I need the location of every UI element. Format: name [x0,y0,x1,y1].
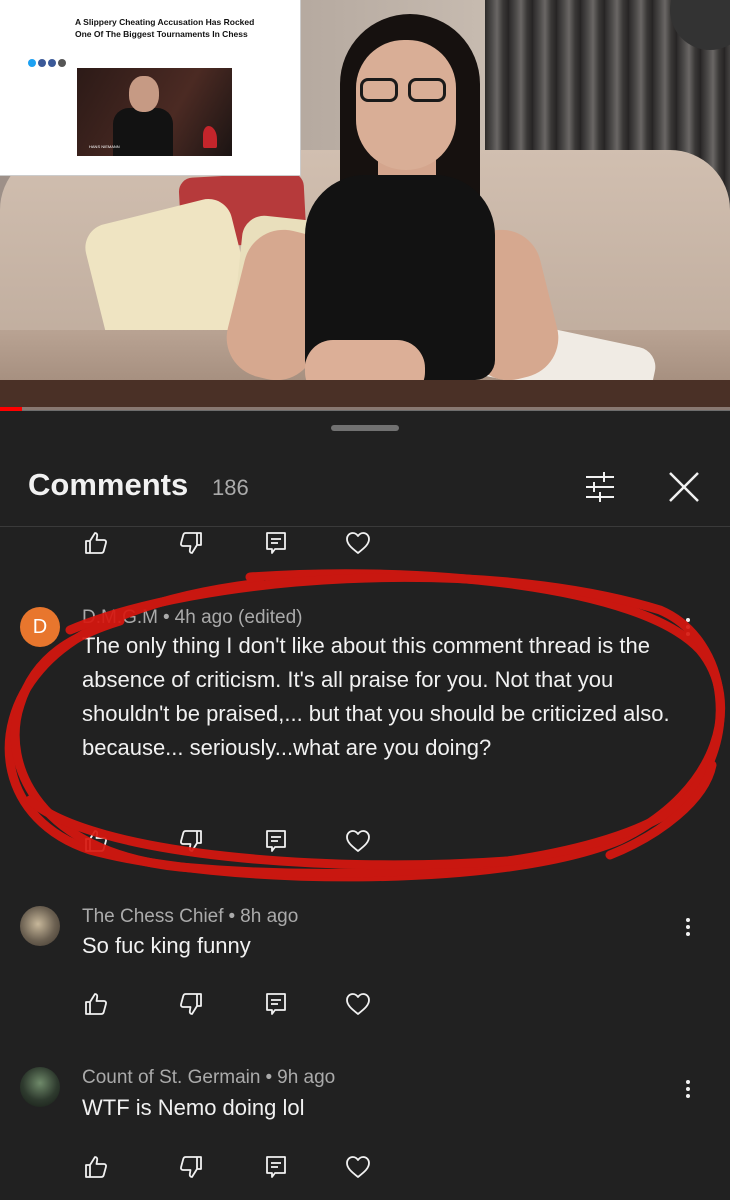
dislike-icon[interactable] [177,1153,205,1181]
table [0,380,730,410]
like-icon[interactable] [82,529,110,557]
like-icon[interactable] [82,827,110,855]
comments-list: D D.M.G.M • 4h ago (edited) The only thing… [0,527,730,1200]
comment-text: So fuc king funny [82,933,251,958]
comment-meta: The Chess Chief • 8h ago [82,906,299,927]
article-screenshot-overlay: A Slippery Cheating Accusation Has Rocke… [0,0,301,176]
presenter-face [356,40,456,170]
like-icon[interactable] [82,1153,110,1181]
comment-author[interactable]: The Chess Chief [82,906,224,927]
comment-meta: D.M.G.M • 4h ago (edited) [82,607,303,628]
heart-icon[interactable] [344,1153,372,1181]
glasses [356,78,454,104]
close-icon[interactable] [664,467,704,507]
article-photo: HANS NIEMANN [77,68,232,156]
avatar[interactable]: D [20,607,60,647]
comment-actions [82,529,382,561]
article-title: A Slippery Cheating Accusation Has Rocke… [75,17,255,39]
video-player[interactable]: A Slippery Cheating Accusation Has Rocke… [0,0,730,410]
share-icons [28,54,68,72]
comments-panel: Comments 186 D D.M.G.M • 4h ago (edited)… [0,411,730,1200]
sort-filter-icon[interactable] [580,467,620,507]
avatar[interactable] [20,906,60,946]
dislike-icon[interactable] [177,529,205,557]
like-icon[interactable] [82,990,110,1018]
heart-icon[interactable] [344,827,372,855]
comment-text: The only thing I don't like about this c… [82,633,670,760]
dislike-icon[interactable] [177,990,205,1018]
comment-meta: Count of St. Germain • 9h ago [82,1067,336,1088]
heart-icon[interactable] [344,529,372,557]
dislike-icon[interactable] [177,827,205,855]
heart-icon[interactable] [344,990,372,1018]
comment-author[interactable]: D.M.G.M [82,607,158,628]
comments-header: Comments 186 [0,449,730,527]
photo-lower-third: HANS NIEMANN [89,144,120,149]
reply-icon[interactable] [262,1153,290,1181]
comment-time: 8h ago [240,906,299,927]
reply-icon[interactable] [262,990,290,1018]
comment-text: WTF is Nemo doing lol [82,1095,305,1120]
drag-handle[interactable] [331,425,399,431]
comments-title: Comments [28,467,189,502]
reply-icon[interactable] [262,529,290,557]
comment-time: 9h ago [277,1067,336,1088]
chess-knight-icon [203,126,217,148]
reply-icon[interactable] [262,827,290,855]
comment-time: 4h ago (edited) [174,607,303,628]
avatar[interactable] [20,1067,60,1107]
comment-author[interactable]: Count of St. Germain [82,1067,260,1088]
comment-actions [82,827,382,859]
comment-actions [82,990,382,1022]
comments-count: 186 [212,475,249,500]
comment-actions [82,1153,382,1185]
